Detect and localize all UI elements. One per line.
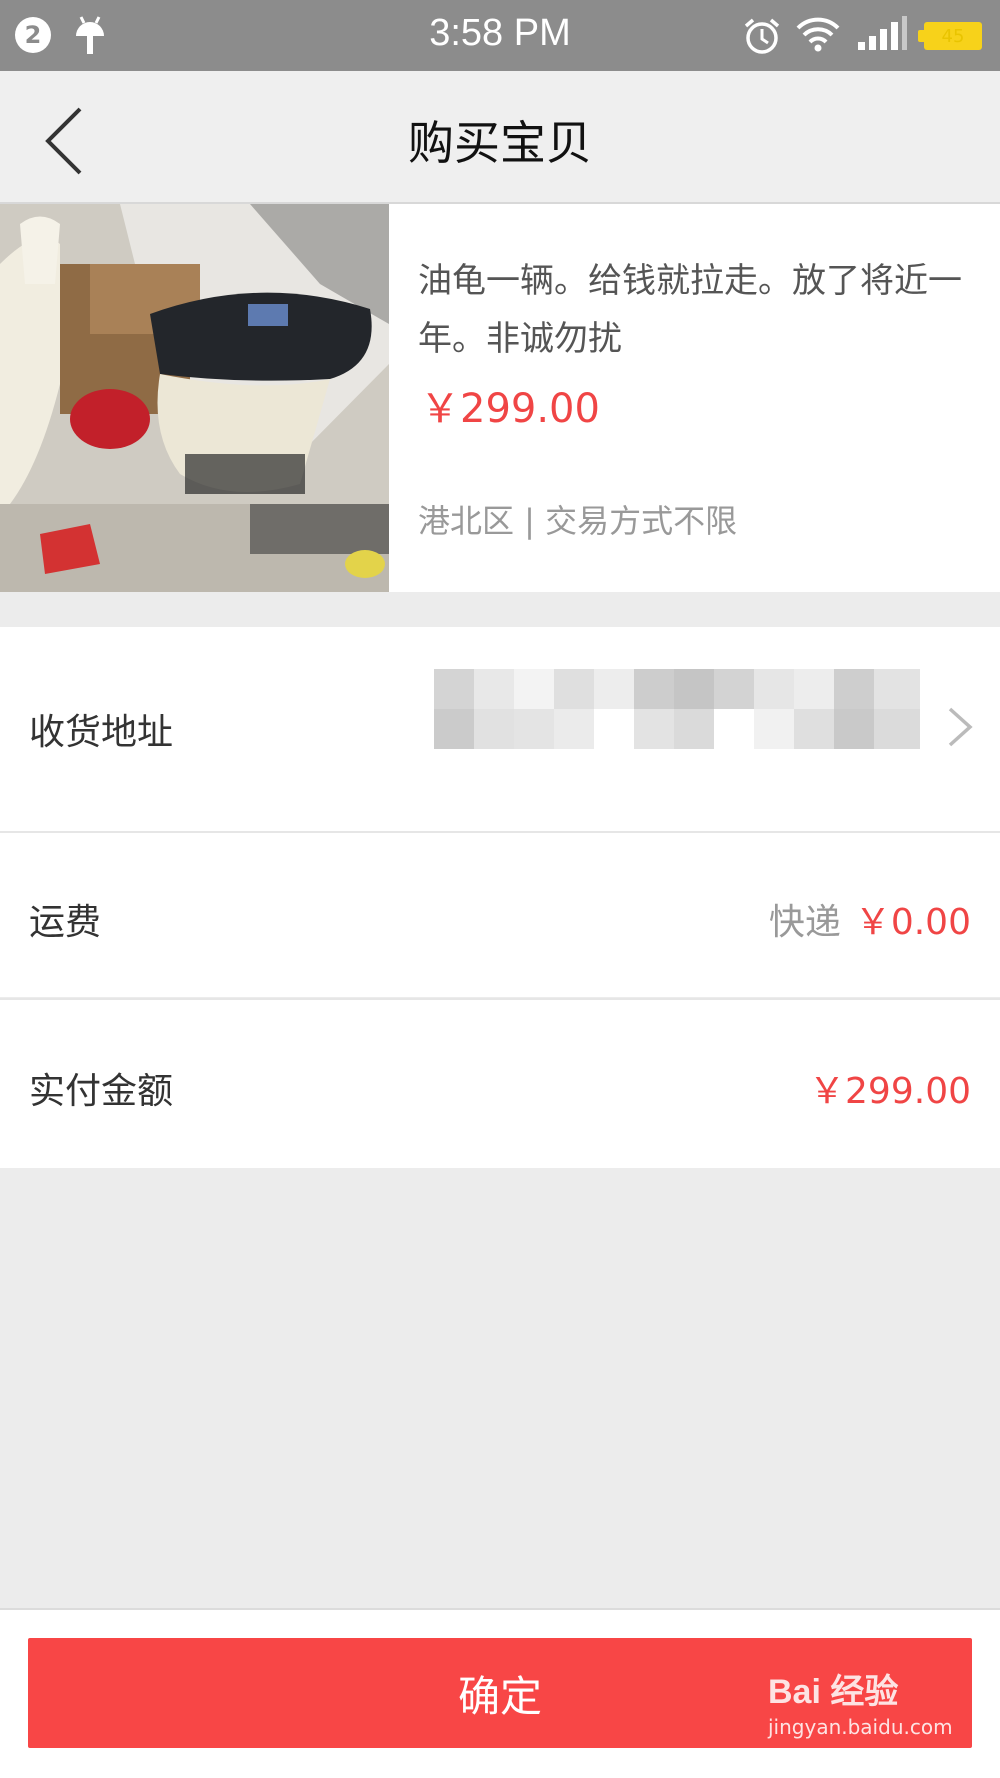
shipping-address-row[interactable]: 收货地址: [0, 627, 1000, 831]
freight-method: 快递: [768, 902, 841, 943]
product-image: [0, 204, 389, 592]
page-title: 购买宝贝: [408, 116, 592, 170]
address-redacted-mosaic: [434, 669, 920, 749]
watermark-url: jingyan.baidu.com: [768, 1715, 953, 1739]
watermark-logo: Bai 经验: [768, 1673, 899, 1711]
signal-icon: [858, 16, 907, 50]
total-price: ￥299.00: [809, 1071, 971, 1112]
total-label: 实付金额: [29, 1071, 174, 1112]
freight-price: ￥0.00: [854, 902, 971, 943]
product-location: 港北区 | 交易方式不限: [418, 502, 738, 540]
status-time: 3:58 PM: [429, 12, 571, 54]
product-card[interactable]: 油龟一辆。给钱就拉走。放了将近一年。非诚勿扰 ￥299.00 港北区 | 交易方…: [0, 204, 1000, 592]
battery-icon: 45: [918, 22, 982, 50]
bottom-bar: 确定 Bai 经验 jingyan.baidu.com: [0, 1608, 1000, 1778]
address-label: 收货地址: [29, 712, 174, 753]
product-title: 油龟一辆。给钱就拉走。放了将近一年。非诚勿扰: [418, 261, 962, 359]
freight-value: 快递 ￥0.00: [769, 893, 971, 945]
total-row: 实付金额 ￥299.00: [0, 1000, 1000, 1168]
nav-bar: 购买宝贝: [0, 71, 1000, 204]
watermark: Bai 经验 jingyan.baidu.com: [768, 1664, 968, 1764]
chevron-right-icon: [948, 707, 973, 747]
alarm-icon: [744, 18, 780, 54]
freight-row: 运费 快递 ￥0.00: [0, 833, 1000, 997]
freight-label: 运费: [29, 902, 102, 943]
status-bar: 2 3:58 PM 45: [0, 0, 1000, 71]
product-price: ￥299.00: [420, 386, 600, 432]
wifi-icon: [796, 17, 840, 52]
